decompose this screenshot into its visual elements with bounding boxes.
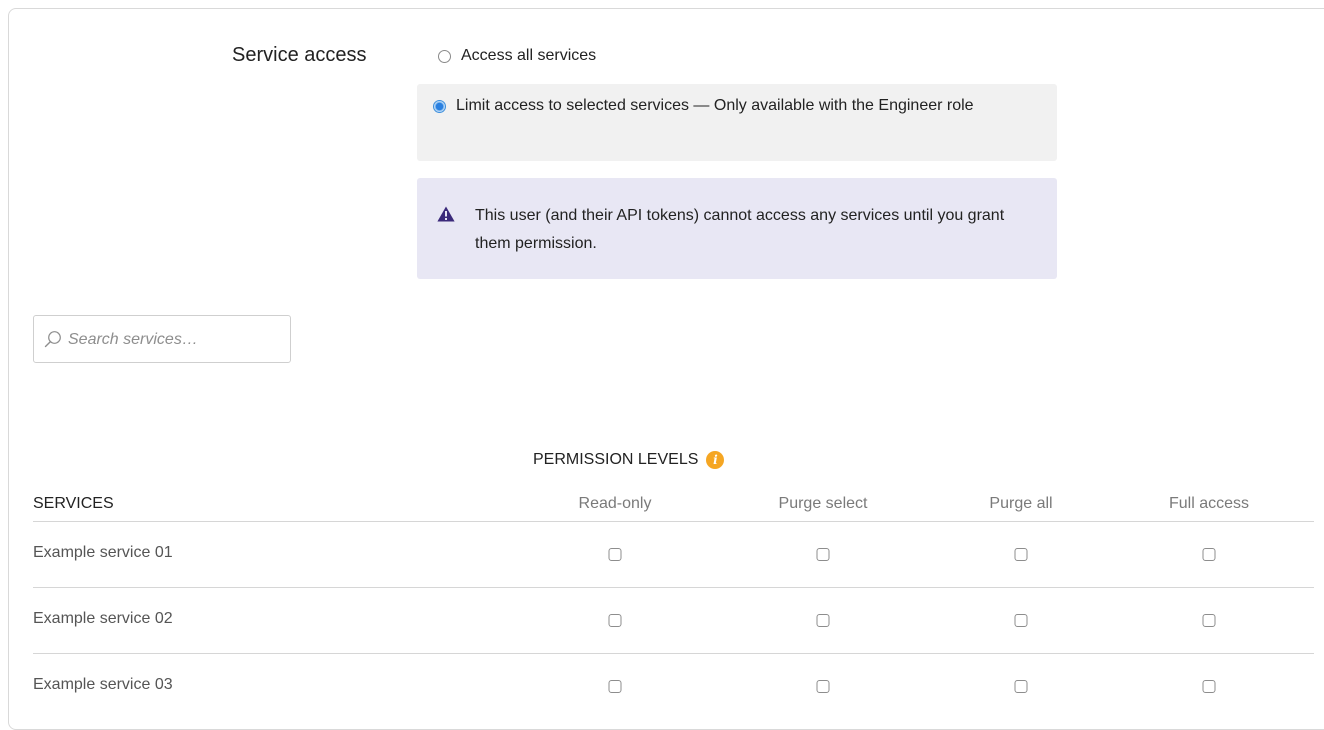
- purge-all-checkbox[interactable]: [1014, 548, 1028, 561]
- purge-all-column-header: Purge all: [989, 495, 1053, 512]
- warning-triangle-icon: [437, 206, 455, 222]
- purge-select-checkbox[interactable]: [816, 548, 830, 561]
- permission-levels-title: PERMISSION LEVELS: [533, 451, 699, 468]
- services-permissions-table: SERVICES Read-only Purge select Purge al…: [33, 488, 1314, 719]
- search-services-box[interactable]: [33, 315, 291, 363]
- service-name: Example service 02: [33, 610, 173, 627]
- warning-text: This user (and their API tokens) cannot …: [475, 207, 1005, 252]
- service-name: Example service 03: [33, 676, 173, 693]
- info-icon[interactable]: i: [706, 451, 725, 469]
- access-all-radio[interactable]: [438, 50, 451, 63]
- read-only-checkbox[interactable]: [608, 614, 622, 627]
- warning-notice: This user (and their API tokens) cannot …: [417, 178, 1057, 279]
- services-column-header: SERVICES: [33, 495, 114, 512]
- full-access-column-header: Full access: [1168, 495, 1250, 512]
- permission-levels-heading: PERMISSION LEVELS i: [533, 451, 725, 469]
- limit-access-option-box[interactable]: Limit access to selected services — Only…: [417, 84, 1057, 161]
- table-row: Example service 03: [33, 654, 1314, 719]
- access-all-services-option[interactable]: Access all services: [438, 47, 596, 68]
- full-access-checkbox[interactable]: [1202, 614, 1216, 627]
- table-row: Example service 02: [33, 588, 1314, 654]
- access-all-label[interactable]: Access all services: [461, 44, 596, 68]
- purge-select-column-header: Purge select: [778, 495, 868, 512]
- limit-access-option[interactable]: Limit access to selected services — Only…: [433, 97, 1013, 118]
- service-access-label: Service access: [232, 44, 367, 66]
- table-row: Example service 01: [33, 522, 1314, 588]
- full-access-checkbox[interactable]: [1202, 680, 1216, 693]
- read-only-column-header: Read-only: [578, 495, 652, 512]
- read-only-checkbox[interactable]: [608, 548, 622, 561]
- limit-access-radio[interactable]: [433, 100, 446, 113]
- search-icon: [44, 331, 61, 348]
- table-header-row: SERVICES Read-only Purge select Purge al…: [33, 488, 1314, 522]
- purge-select-checkbox[interactable]: [816, 680, 830, 693]
- limit-access-label[interactable]: Limit access to selected services — Only…: [456, 94, 974, 118]
- purge-all-checkbox[interactable]: [1014, 614, 1028, 627]
- search-services-input[interactable]: [66, 326, 285, 354]
- service-name: Example service 01: [33, 544, 173, 561]
- read-only-checkbox[interactable]: [608, 680, 622, 693]
- full-access-checkbox[interactable]: [1202, 548, 1216, 561]
- purge-select-checkbox[interactable]: [816, 614, 830, 627]
- purge-all-checkbox[interactable]: [1014, 680, 1028, 693]
